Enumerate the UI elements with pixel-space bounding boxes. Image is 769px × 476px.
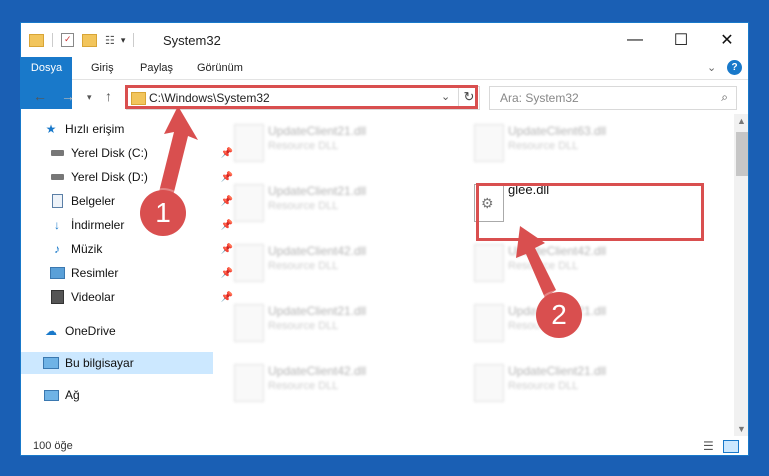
step-1-badge: 1 — [140, 190, 186, 236]
annotation-arrows — [158, 106, 556, 298]
step-2-badge: 2 — [536, 292, 582, 338]
arrow-2 — [516, 226, 556, 298]
arrow-1 — [158, 106, 198, 200]
